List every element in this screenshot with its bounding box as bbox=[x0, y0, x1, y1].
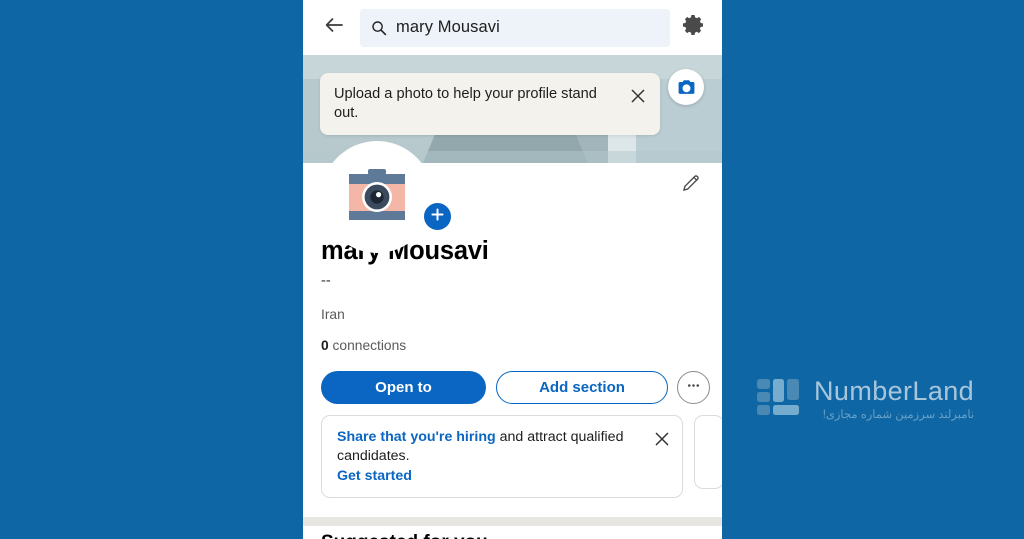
hiring-promo-card-body: Share that you're hiring and attract qua… bbox=[337, 428, 650, 485]
search-input-value: mary Mousavi bbox=[396, 18, 500, 36]
camera-icon bbox=[677, 78, 696, 97]
app-viewport: mary Mousavi Upload a photo to help your… bbox=[303, 0, 722, 539]
secondary-promo-card[interactable] bbox=[694, 415, 722, 489]
close-icon bbox=[630, 88, 646, 109]
edit-profile-button[interactable] bbox=[674, 168, 708, 202]
profile-identity: mary Mousavi -- Iran 0 connections bbox=[321, 236, 711, 353]
search-icon bbox=[370, 20, 388, 36]
cover-photo-camera-button[interactable] bbox=[668, 69, 704, 105]
open-to-button[interactable]: Open to bbox=[321, 371, 486, 404]
get-started-link[interactable]: Get started bbox=[337, 468, 412, 484]
hiring-promo-link[interactable]: Share that you're hiring bbox=[337, 429, 496, 445]
ellipsis-icon bbox=[685, 377, 702, 399]
suggested-for-you-title: Suggested for you bbox=[321, 532, 488, 539]
close-icon bbox=[654, 431, 670, 452]
watermark-subtitle: نامبرلند سرزمین شماره مجازی! bbox=[822, 408, 975, 421]
hiring-promo-card[interactable]: Share that you're hiring and attract qua… bbox=[321, 415, 683, 498]
avatar-photo[interactable] bbox=[324, 144, 430, 250]
more-actions-button[interactable] bbox=[677, 371, 710, 404]
watermark: NumberLand نامبرلند سرزمین شماره مجازی! bbox=[756, 374, 974, 425]
promo-card-row: Share that you're hiring and attract qua… bbox=[321, 415, 722, 498]
arrow-left-icon bbox=[322, 13, 346, 42]
plus-icon bbox=[430, 207, 445, 227]
pencil-icon bbox=[680, 172, 702, 199]
upload-photo-toast-message: Upload a photo to help your profile stan… bbox=[334, 86, 597, 121]
avatar[interactable] bbox=[321, 141, 453, 253]
profile-action-row: Open to Add section bbox=[321, 371, 710, 404]
camera-illustration-icon bbox=[347, 168, 407, 226]
profile-location: Iran bbox=[321, 307, 345, 322]
profile-connections[interactable]: 0 connections bbox=[321, 338, 711, 353]
suggested-for-you-section: Suggested for you bbox=[303, 526, 722, 539]
back-button[interactable] bbox=[317, 11, 351, 45]
top-navigation-bar: mary Mousavi bbox=[303, 0, 722, 55]
upload-photo-toast-close-button[interactable] bbox=[626, 86, 650, 110]
add-section-button[interactable]: Add section bbox=[496, 371, 668, 404]
numberland-logo-icon bbox=[756, 374, 802, 425]
connections-count: 0 bbox=[321, 338, 329, 353]
search-input[interactable]: mary Mousavi bbox=[360, 8, 670, 47]
profile-headline: -- bbox=[321, 273, 331, 289]
gear-icon bbox=[682, 13, 706, 42]
section-divider bbox=[303, 517, 722, 526]
add-profile-photo-button[interactable] bbox=[422, 201, 453, 232]
watermark-text: NumberLand نامبرلند سرزمین شماره مجازی! bbox=[814, 375, 975, 423]
settings-button[interactable] bbox=[678, 12, 710, 44]
hiring-promo-card-text: Share that you're hiring and attract qua… bbox=[337, 428, 646, 465]
connections-label: connections bbox=[328, 338, 407, 353]
hiring-promo-close-button[interactable] bbox=[650, 429, 674, 453]
watermark-title: NumberLand bbox=[814, 375, 975, 406]
upload-photo-toast: Upload a photo to help your profile stan… bbox=[320, 73, 660, 135]
